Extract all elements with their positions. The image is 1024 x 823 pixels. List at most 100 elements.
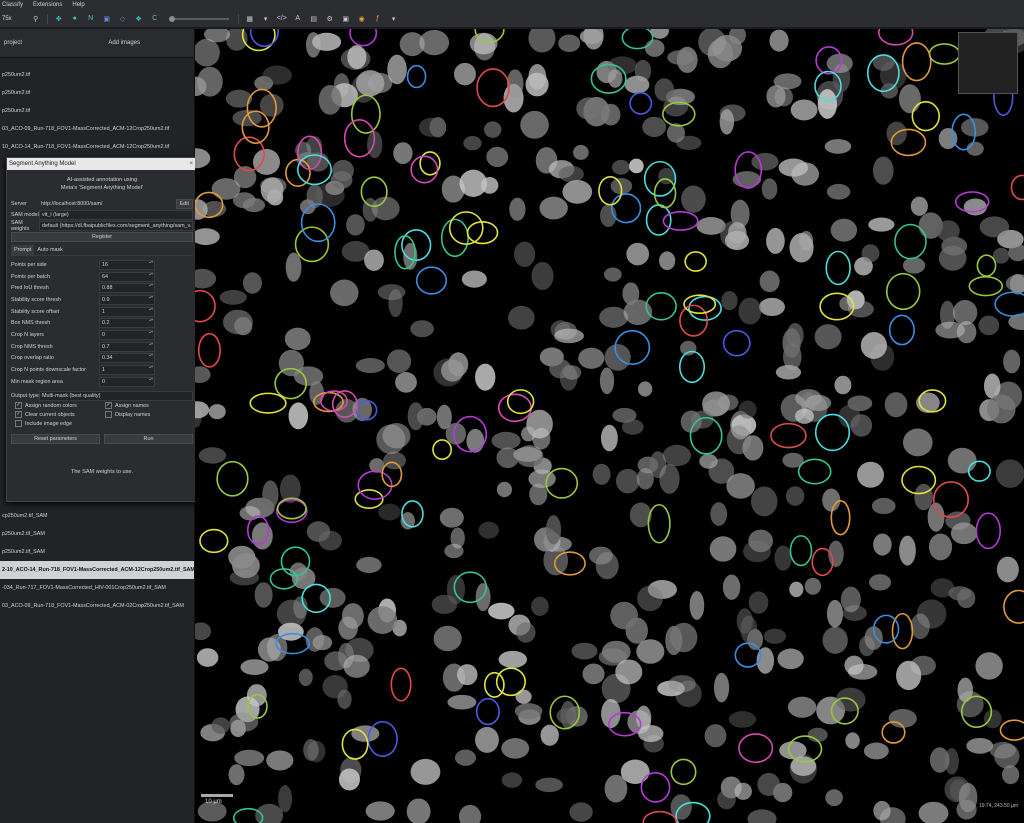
param-spinner[interactable]: 0 [99,376,155,387]
move-tool-icon[interactable]: ✥ [54,14,64,24]
gear-icon[interactable]: ⚙ [325,14,335,24]
param-spinner[interactable]: 0 [99,329,155,340]
annotation-outline[interactable] [483,671,505,698]
annotation-outline[interactable] [878,29,914,46]
list-item[interactable]: cp250um2.tif_SAM [0,507,194,525]
annotation-outline[interactable] [670,758,697,786]
annotation-outline[interactable] [789,535,813,567]
annotation-outline[interactable] [901,42,932,82]
annotation-outline[interactable] [734,642,762,668]
overlay-icon[interactable]: ◉ [357,14,367,24]
annotation-outline[interactable] [770,422,807,449]
list-item[interactable]: p250um2.tif [0,102,194,120]
checkbox-clear-objects[interactable]: ✓ Clear current objects [15,411,105,419]
annotation-outline[interactable] [1003,589,1024,624]
param-spinner[interactable]: 64 [99,271,155,282]
code-icon[interactable]: </> [277,14,287,24]
points-tool-icon[interactable]: N [86,14,96,24]
list-item[interactable]: 03_ACO-09_Run-718_FOV1-MassCorrected_ACM… [0,120,194,138]
annotation-outline[interactable] [199,528,229,554]
param-spinner[interactable]: 0.2 [99,318,155,329]
annotation-outline[interactable] [647,503,671,544]
param-spinner[interactable]: 0.7 [99,341,155,352]
annotation-outline[interactable] [688,295,722,321]
annotation-outline[interactable] [497,393,532,423]
param-spinner[interactable]: 0.88 [99,283,155,294]
annotation-outline[interactable] [797,458,832,485]
annotation-outline[interactable] [975,512,1002,550]
annotation-outline[interactable] [928,43,961,65]
annotation-outline[interactable] [195,289,216,323]
annotation-outline[interactable] [894,223,927,260]
list-item[interactable]: p250um2.tif [0,66,194,84]
list-item[interactable]: 03_ACO-09_Run-718_FOV1-MassCorrected_ACM… [0,597,194,615]
annotation-outline[interactable] [888,314,915,346]
annotation-outline[interactable] [440,218,469,258]
output-select[interactable]: Multi-mask (best quality) [39,391,193,402]
annotation-outline[interactable] [645,292,677,321]
overview-thumbnail[interactable] [958,32,1018,94]
list-item[interactable]: 10_ACO-14_Run-718_FOV1-MassCorrected_ACM… [0,138,194,156]
checkbox-display-names[interactable]: Display names [105,411,195,419]
menu-help[interactable]: Help [72,2,84,8]
annotation-outline[interactable] [825,250,851,286]
edit-button[interactable]: Edit [175,198,193,209]
annotation-outline[interactable] [967,460,991,482]
annotation-outline[interactable] [684,251,707,272]
close-icon[interactable]: × [189,161,193,167]
param-spinner[interactable]: 1 [99,365,155,376]
script-icon[interactable]: ƒ [373,14,383,24]
register-button[interactable]: Register [11,231,193,242]
tab-auto-mask[interactable]: Auto mask [34,245,65,255]
run-button[interactable]: Run [104,434,193,445]
grid-icon[interactable]: ▦ [245,14,255,24]
annotation-outline[interactable] [249,392,287,414]
checkbox-assign-names[interactable]: ✓ Assign names [105,402,195,410]
annotation-outline[interactable] [610,193,642,224]
annotation-outline[interactable] [932,481,969,518]
annotation-outline[interactable] [629,91,653,115]
annotation-outline[interactable] [349,29,378,47]
polygon-tool-icon[interactable]: ◇ [118,14,128,24]
menu-classify[interactable]: Classify [2,2,23,8]
annotation-outline[interactable] [216,460,249,497]
server-field[interactable]: http://localhost:8000/sam/ [39,200,176,208]
chevron-down-icon[interactable]: ▾ [389,14,399,24]
annotation-outline[interactable] [976,254,997,277]
annotation-outline[interactable] [830,499,851,536]
annotation-outline[interactable] [811,547,834,577]
weights-select[interactable]: default (https://dl.fbaipublicfiles.com/… [39,220,193,231]
table-icon[interactable]: ▤ [309,14,319,24]
slider-handle[interactable] [168,15,175,22]
annotation-outline[interactable] [640,771,671,803]
annotation-outline[interactable] [621,29,654,50]
magnifier-icon[interactable]: ⚲ [31,14,41,24]
annotation-outline[interactable] [885,272,921,311]
annotation-outline[interactable] [300,203,336,243]
annotation-outline[interactable] [968,275,1004,297]
list-item[interactable]: p250um2.tif_SAM [0,543,194,561]
dropdown-arrow-icon[interactable]: ▾ [261,14,271,24]
checkbox-include-edge[interactable]: Include image edge [15,420,105,428]
annotation-outline[interactable] [1010,174,1024,201]
annotation-outline[interactable] [495,667,526,697]
window-icon[interactable]: ▣ [341,14,351,24]
annotation-outline[interactable] [642,810,678,823]
list-item[interactable]: -034_Run-717_FOV1-MassCorrected_HIV-001C… [0,579,194,597]
annotation-outline[interactable] [999,719,1024,741]
tab-prompt[interactable]: Prompt [11,245,35,255]
cell-image-canvas[interactable] [195,29,1024,823]
annotation-outline[interactable] [994,291,1024,317]
annotation-outline[interactable] [722,329,751,357]
annotation-outline[interactable] [645,204,672,236]
reset-parameters-button[interactable]: Reset parameters [11,434,100,445]
annotation-outline[interactable] [662,211,699,231]
brightness-slider[interactable] [168,15,229,22]
param-spinner[interactable]: 16 [99,259,155,270]
annotation-outline[interactable] [814,413,851,452]
annotation-outline[interactable] [432,439,453,461]
param-spinner[interactable]: 0.34 [99,353,155,364]
annotation-outline[interactable] [410,155,439,184]
list-item-selected[interactable]: 2-10_ACO-14_Run-718_FOV1-MassCorrected_A… [0,561,194,579]
annotation-outline[interactable] [415,266,448,295]
